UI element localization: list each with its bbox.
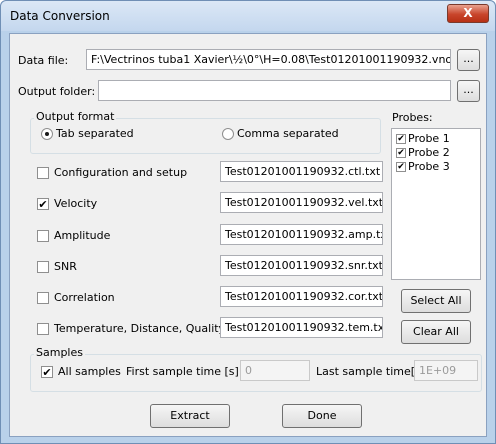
check-mark-icon: ✔ [38, 198, 48, 211]
output-folder-browse-button[interactable]: ... [457, 80, 480, 102]
ellipsis-icon: ... [463, 52, 474, 65]
output-format-label: Output format [34, 110, 117, 123]
comma-separated-radio[interactable] [222, 128, 234, 140]
check-mark-icon: ✔ [397, 134, 405, 144]
dialog-window: Data Conversion X Data file: F:\Vectrino… [0, 0, 496, 444]
velocity-filename-field[interactable]: Test01201001190932.vel.txt [220, 192, 383, 213]
check-mark-icon: ✔ [42, 366, 52, 379]
first-sample-field[interactable]: 0 [240, 360, 310, 381]
data-file-field[interactable]: F:\Vectrinos tuba1 Xavier\½\0°\H=0.08\Te… [86, 49, 451, 70]
probe-2-checkbox[interactable]: ✔ [396, 148, 406, 158]
snr-label: SNR [54, 260, 77, 273]
probe-2-label: Probe 2 [408, 146, 450, 159]
correlation-filename-field[interactable]: Test01201001190932.cor.txt [220, 286, 383, 307]
first-sample-label: First sample time [s]: [126, 365, 243, 378]
check-mark-icon: ✔ [397, 162, 405, 172]
velocity-label: Velocity [54, 197, 98, 210]
amplitude-filename-field[interactable]: Test01201001190932.amp.tx [220, 224, 383, 245]
temperature-filename-field[interactable]: Test01201001190932.tem.txt [220, 317, 383, 338]
close-button[interactable]: X [447, 4, 489, 23]
velocity-checkbox[interactable]: ✔ [37, 198, 49, 210]
correlation-label: Correlation [54, 291, 115, 304]
check-mark-icon: ✔ [397, 148, 405, 158]
probe-3-checkbox[interactable]: ✔ [396, 162, 406, 172]
dialog-body: Data file: F:\Vectrinos tuba1 Xavier\½\0… [9, 33, 487, 437]
probe-1-label: Probe 1 [408, 132, 450, 145]
done-button[interactable]: Done [282, 404, 362, 428]
output-folder-label: Output folder: [18, 85, 96, 98]
temperature-checkbox[interactable] [37, 323, 49, 335]
all-samples-label: All samples [58, 365, 121, 378]
output-folder-field[interactable] [98, 80, 451, 101]
clear-all-button[interactable]: Clear All [401, 320, 471, 344]
data-file-browse-button[interactable]: ... [457, 49, 480, 71]
last-sample-label: Last sample time[s]: [316, 365, 429, 378]
correlation-checkbox[interactable] [37, 292, 49, 304]
amplitude-label: Amplitude [54, 229, 111, 242]
last-sample-field[interactable]: 1E+09 [414, 360, 478, 381]
ellipsis-icon: ... [463, 83, 474, 96]
configuration-label: Configuration and setup [54, 166, 188, 179]
all-samples-checkbox[interactable]: ✔ [41, 366, 53, 378]
close-icon: X [463, 6, 473, 20]
temperature-label: Temperature, Distance, Quality [54, 322, 226, 335]
probe-1-checkbox[interactable]: ✔ [396, 134, 406, 144]
select-all-button[interactable]: Select All [401, 289, 471, 313]
title-bar[interactable]: Data Conversion X [1, 1, 495, 31]
tab-separated-radio[interactable] [41, 128, 53, 140]
tab-separated-label: Tab separated [56, 127, 134, 140]
configuration-filename-field[interactable]: Test01201001190932.ctl.txt [220, 161, 383, 182]
amplitude-checkbox[interactable] [37, 230, 49, 242]
probe-3-label: Probe 3 [408, 160, 450, 173]
window-title: Data Conversion [10, 9, 110, 23]
comma-separated-label: Comma separated [237, 127, 339, 140]
radio-dot [45, 132, 49, 136]
extract-button[interactable]: Extract [150, 404, 230, 428]
probes-label: Probes: [392, 111, 433, 124]
data-file-label: Data file: [18, 54, 69, 67]
samples-label: Samples [34, 346, 85, 359]
probes-list[interactable]: ✔ Probe 1 ✔ Probe 2 ✔ Probe 3 [391, 128, 481, 280]
configuration-checkbox[interactable] [37, 167, 49, 179]
snr-filename-field[interactable]: Test01201001190932.snr.txt [220, 255, 383, 276]
snr-checkbox[interactable] [37, 261, 49, 273]
